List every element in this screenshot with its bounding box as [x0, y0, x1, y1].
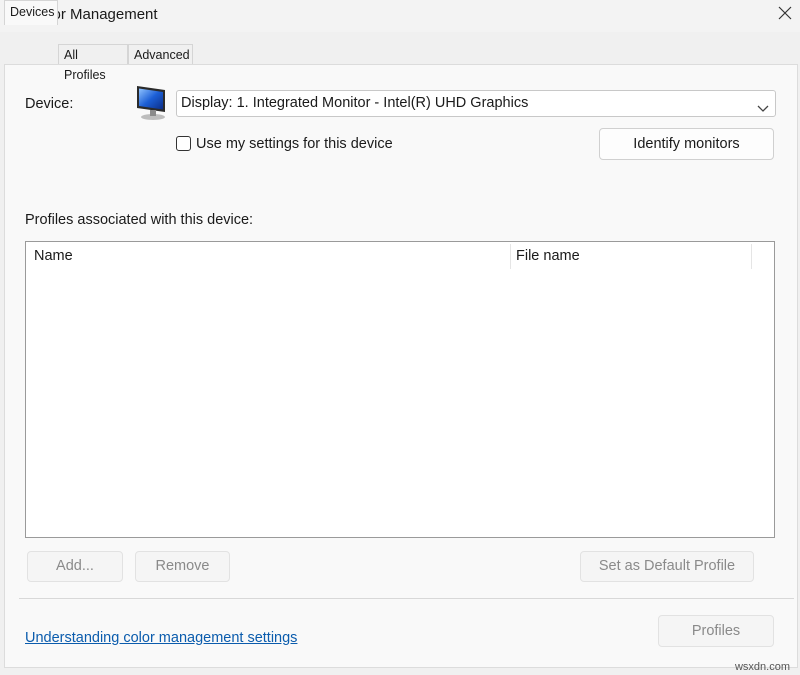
remove-profile-button[interactable]: Remove — [135, 551, 230, 582]
tab-devices[interactable]: Devices — [4, 0, 58, 25]
use-my-settings-checkbox[interactable] — [176, 136, 191, 151]
device-select-value: Display: 1. Integrated Monitor - Intel(R… — [181, 95, 529, 111]
footer-divider — [19, 598, 794, 599]
close-button[interactable] — [770, 0, 800, 30]
add-profile-button[interactable]: Add... — [27, 551, 123, 582]
identify-monitors-button[interactable]: Identify monitors — [599, 128, 774, 160]
column-separator[interactable] — [510, 244, 511, 269]
column-separator[interactable] — [751, 244, 752, 269]
profiles-list[interactable]: Name File name — [25, 241, 775, 538]
column-header-file-name[interactable]: File name — [516, 242, 580, 271]
close-icon — [778, 6, 792, 25]
title-bar: Color Management — [0, 0, 800, 32]
profiles-button[interactable]: Profiles — [658, 615, 774, 647]
tab-advanced[interactable]: Advanced — [128, 44, 193, 64]
use-my-settings-label[interactable]: Use my settings for this device — [196, 136, 393, 152]
understanding-color-management-link[interactable]: Understanding color management settings — [25, 630, 297, 646]
monitor-icon — [133, 82, 173, 122]
column-header-name[interactable]: Name — [34, 242, 73, 271]
tab-all-profiles[interactable]: All Profiles — [58, 44, 128, 82]
device-select[interactable]: Display: 1. Integrated Monitor - Intel(R… — [176, 90, 776, 117]
profiles-associated-label: Profiles associated with this device: — [25, 212, 254, 228]
set-default-profile-button[interactable]: Set as Default Profile — [580, 551, 754, 582]
device-label: Device: — [25, 96, 74, 112]
chevron-down-icon — [757, 98, 769, 123]
watermark-text: wsxdn.com — [734, 661, 790, 673]
